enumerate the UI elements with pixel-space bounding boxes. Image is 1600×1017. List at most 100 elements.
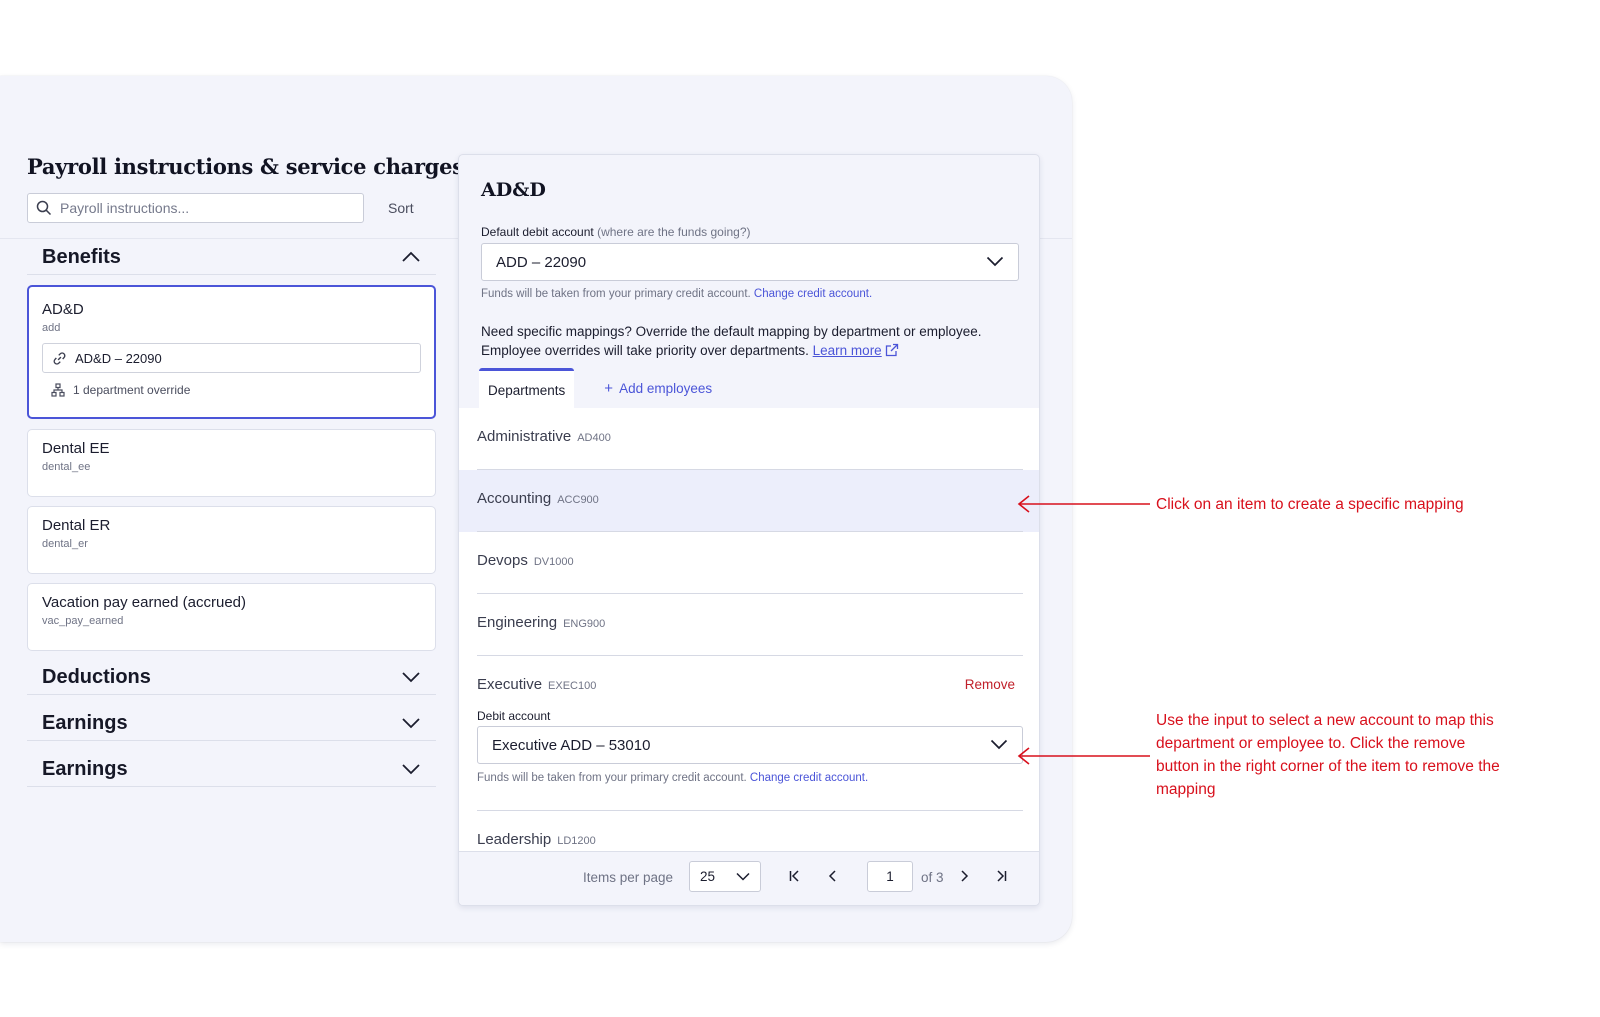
items-per-page-value: 25 [700, 869, 716, 884]
executive-helper-text: Funds will be taken from your primary cr… [477, 772, 747, 784]
item-account-field[interactable]: AD&D – 22090 [42, 343, 421, 373]
annotation-arrow-left-icon [1017, 747, 1150, 765]
sort-button[interactable]: Sort [378, 193, 424, 223]
item-account-value: AD&D – 22090 [75, 350, 162, 366]
org-chart-icon [51, 383, 65, 397]
last-page-icon [994, 869, 1008, 886]
benefit-item-dental-ee[interactable]: Dental EE dental_ee [27, 429, 436, 497]
item-name: Vacation pay earned (accrued) [42, 594, 247, 611]
chevron-down-icon [986, 254, 1004, 271]
debit-account-label-text: Default debit account [481, 225, 594, 239]
department-name: Administrative AD400 [477, 428, 611, 445]
last-page-button[interactable] [990, 866, 1012, 888]
chevron-down-icon [736, 869, 750, 884]
annotation-arrow-left-icon [1017, 495, 1150, 513]
learn-more-link[interactable]: Learn more [813, 343, 882, 358]
benefit-item-add[interactable]: AD&D add AD&D – 22090 1 department overr… [27, 285, 436, 419]
default-debit-value: ADD – 22090 [496, 253, 587, 271]
department-name-text: Engineering [477, 614, 558, 631]
department-name: Executive EXEC100 [477, 676, 596, 693]
debit-helper-text: Funds will be taken from your primary cr… [481, 288, 751, 300]
items-per-page-label: Items per page [583, 870, 674, 885]
annotation-click-item: Click on an item to create a specific ma… [1156, 496, 1464, 513]
change-credit-link[interactable]: Change credit account. [750, 772, 868, 784]
annotation-line: mapping [1156, 781, 1216, 798]
panel-title: AD&D [481, 179, 546, 201]
department-name: Engineering ENG900 [477, 614, 605, 631]
department-row-administrative[interactable]: Administrative AD400 [459, 408, 1039, 470]
debit-helper: Funds will be taken from your primary cr… [481, 288, 872, 300]
item-name: AD&D [42, 301, 84, 318]
canvas: Payroll instructions & service charges S… [0, 0, 1600, 1017]
next-page-button[interactable] [953, 866, 975, 888]
department-row-engineering[interactable]: Engineering ENG900 [459, 594, 1039, 656]
chevron-down-icon [990, 737, 1008, 754]
department-code: LD1200 [557, 835, 596, 847]
item-code: add [42, 322, 61, 334]
override-description: Need specific mappings? Override the def… [481, 322, 1021, 360]
annotation-line: Use the input to select a new account to… [1156, 712, 1494, 729]
annotation-select-account: Use the input to select a new account to… [1156, 709, 1586, 801]
department-row-executive: Executive EXEC100 Remove Debit account Ex… [459, 656, 1039, 811]
department-code: AD400 [577, 432, 611, 444]
item-code: dental_ee [42, 461, 91, 473]
tab-departments[interactable]: Departments [479, 368, 575, 408]
first-page-icon [788, 869, 802, 886]
previous-page-button[interactable] [822, 866, 844, 888]
annotation-line: button in the right corner of the item t… [1156, 758, 1500, 775]
section-deductions[interactable]: Deductions [27, 661, 436, 695]
chevron-right-icon [957, 869, 971, 886]
remove-mapping-button[interactable]: Remove [965, 677, 1015, 692]
override-description-line1: Need specific mappings? Override the def… [481, 324, 982, 339]
chevron-down-icon [401, 760, 421, 779]
executive-helper: Funds will be taken from your primary cr… [477, 772, 868, 784]
chevron-left-icon [826, 869, 840, 886]
department-name-text: Leadership [477, 831, 552, 848]
benefit-item-dental-er[interactable]: Dental ER dental_er [27, 506, 436, 574]
chevron-down-icon [401, 714, 421, 733]
item-code: vac_pay_earned [42, 615, 124, 627]
department-row-accounting[interactable]: Accounting ACC900 [459, 470, 1039, 532]
department-name: Leadership LD1200 [477, 831, 596, 848]
section-benefits-label: Benefits [42, 246, 121, 268]
override-description-line2: Employee overrides will take priority ov… [481, 341, 1021, 360]
item-name: Dental EE [42, 440, 110, 457]
department-name-text: Administrative [477, 428, 572, 445]
items-per-page-select[interactable]: 25 [689, 861, 761, 892]
executive-debit-select[interactable]: Executive ADD – 53010 [477, 726, 1023, 764]
department-code: ACC900 [557, 494, 599, 506]
department-row-devops[interactable]: Devops DV1000 [459, 532, 1039, 594]
change-credit-link[interactable]: Change credit account. [754, 288, 872, 300]
search-icon [28, 200, 60, 216]
search-field[interactable] [27, 193, 364, 223]
debit-account-label: Default debit account (where are the fun… [481, 225, 751, 239]
override-label: 1 department override [73, 383, 191, 397]
section-earnings-2[interactable]: Earnings [27, 753, 436, 787]
detail-panel: AD&D Default debit account (where are th… [458, 154, 1040, 906]
department-name-text: Accounting [477, 490, 552, 507]
add-employees-button[interactable]: + Add employees [596, 368, 720, 408]
department-name: Devops DV1000 [477, 552, 574, 569]
page-title: Payroll instructions & service charges [27, 154, 464, 179]
section-benefits[interactable]: Benefits [27, 241, 436, 275]
benefit-item-vacation-pay[interactable]: Vacation pay earned (accrued) vac_pay_ea… [27, 583, 436, 651]
department-list: Administrative AD400 Accounting ACC900 Dev… [459, 408, 1039, 851]
department-name-text: Executive [477, 676, 543, 693]
external-link-icon [885, 343, 899, 358]
override-description-line2-text: Employee overrides will take priority ov… [481, 343, 809, 358]
section-earnings-2-label: Earnings [42, 758, 128, 780]
panel-tabs: Departments + Add employees [479, 368, 720, 408]
section-deductions-label: Deductions [42, 666, 151, 688]
page-count: of 3 [921, 870, 944, 885]
department-code: EXEC100 [548, 680, 597, 692]
search-input[interactable] [60, 200, 350, 216]
page-number-input[interactable] [867, 861, 913, 892]
pagination: Items per page 25 of 3 [459, 851, 1039, 905]
chevron-down-icon [401, 668, 421, 687]
override-indicator: 1 department override [42, 383, 421, 397]
default-debit-select[interactable]: ADD – 22090 [481, 243, 1019, 281]
department-row-leadership[interactable]: Leadership LD1200 [459, 811, 1039, 851]
section-earnings[interactable]: Earnings [27, 707, 436, 741]
first-page-button[interactable] [784, 866, 806, 888]
department-name-text: Devops [477, 552, 528, 569]
